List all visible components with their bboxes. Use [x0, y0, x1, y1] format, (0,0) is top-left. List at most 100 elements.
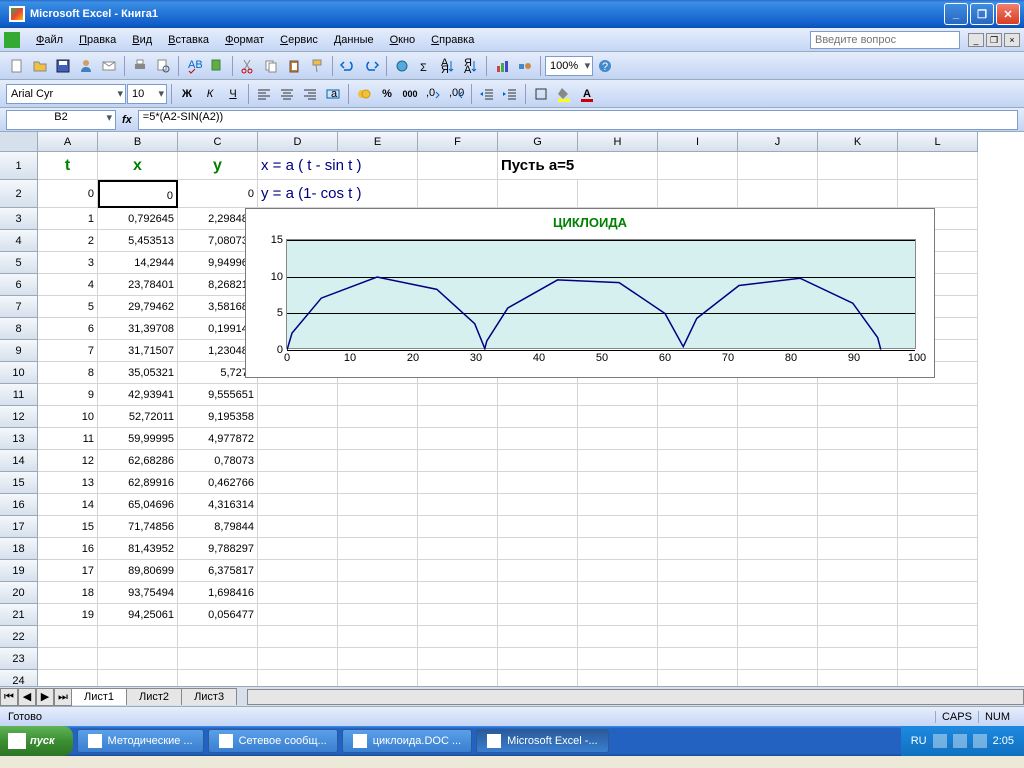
copy-button[interactable]	[260, 55, 282, 77]
cell-C16[interactable]: 4,316314	[178, 494, 258, 516]
cell-L15[interactable]	[898, 472, 978, 494]
cell-K1[interactable]	[818, 152, 898, 180]
cell-D20[interactable]	[258, 582, 338, 604]
cell-K14[interactable]	[818, 450, 898, 472]
row-header-8[interactable]: 8	[0, 318, 38, 340]
sheet-tab-Лист2[interactable]: Лист2	[126, 688, 182, 705]
cell-A5[interactable]: 3	[38, 252, 98, 274]
col-header-E[interactable]: E	[338, 132, 418, 152]
cell-H13[interactable]	[578, 428, 658, 450]
row-header-20[interactable]: 20	[0, 582, 38, 604]
cell-J21[interactable]	[738, 604, 818, 626]
cell-J24[interactable]	[738, 670, 818, 686]
cell-B3[interactable]: 0,792645	[98, 208, 178, 230]
cell-J17[interactable]	[738, 516, 818, 538]
cell-G16[interactable]	[498, 494, 578, 516]
cell-A1[interactable]: t	[38, 152, 98, 180]
cell-L18[interactable]	[898, 538, 978, 560]
hyperlink-button[interactable]	[391, 55, 413, 77]
cell-I16[interactable]	[658, 494, 738, 516]
cell-B11[interactable]: 42,93941	[98, 384, 178, 406]
taskbar-item[interactable]: Методические ...	[77, 729, 204, 753]
col-header-D[interactable]: D	[258, 132, 338, 152]
cell-A22[interactable]	[38, 626, 98, 648]
cell-L13[interactable]	[898, 428, 978, 450]
cell-D11[interactable]	[258, 384, 338, 406]
sheet-tab-Лист1[interactable]: Лист1	[71, 688, 127, 705]
cell-H16[interactable]	[578, 494, 658, 516]
borders-button[interactable]	[530, 83, 552, 105]
cell-I20[interactable]	[658, 582, 738, 604]
cell-G2[interactable]	[498, 180, 578, 208]
cell-K16[interactable]	[818, 494, 898, 516]
cell-F20[interactable]	[418, 582, 498, 604]
cell-K24[interactable]	[818, 670, 898, 686]
menu-Сервис[interactable]: Сервис	[272, 31, 326, 49]
cell-K2[interactable]	[818, 180, 898, 208]
permissions-button[interactable]	[75, 55, 97, 77]
cell-L22[interactable]	[898, 626, 978, 648]
row-header-10[interactable]: 10	[0, 362, 38, 384]
row-header-6[interactable]: 6	[0, 274, 38, 296]
col-header-G[interactable]: G	[498, 132, 578, 152]
cell-G15[interactable]	[498, 472, 578, 494]
decrease-decimal-button[interactable]: ,00	[445, 83, 467, 105]
menu-Файл[interactable]: Файл	[28, 31, 71, 49]
cell-K12[interactable]	[818, 406, 898, 428]
help-search-input[interactable]	[810, 31, 960, 49]
row-header-21[interactable]: 21	[0, 604, 38, 626]
cell-D12[interactable]	[258, 406, 338, 428]
row-header-11[interactable]: 11	[0, 384, 38, 406]
cell-H12[interactable]	[578, 406, 658, 428]
row-header-12[interactable]: 12	[0, 406, 38, 428]
cell-C1[interactable]: y	[178, 152, 258, 180]
cell-C21[interactable]: 0,056477	[178, 604, 258, 626]
cell-H22[interactable]	[578, 626, 658, 648]
cell-K19[interactable]	[818, 560, 898, 582]
row-header-23[interactable]: 23	[0, 648, 38, 670]
cell-J23[interactable]	[738, 648, 818, 670]
cell-F15[interactable]	[418, 472, 498, 494]
cell-B21[interactable]: 94,25061	[98, 604, 178, 626]
cell-B2[interactable]: 0	[98, 180, 178, 208]
col-header-I[interactable]: I	[658, 132, 738, 152]
cell-H21[interactable]	[578, 604, 658, 626]
research-button[interactable]	[206, 55, 228, 77]
clock[interactable]: 2:05	[993, 735, 1014, 747]
sheet-tab-Лист3[interactable]: Лист3	[181, 688, 237, 705]
undo-button[interactable]	[337, 55, 359, 77]
cell-G24[interactable]	[498, 670, 578, 686]
tab-nav-prev[interactable]: ◀	[18, 688, 36, 706]
cell-A4[interactable]: 2	[38, 230, 98, 252]
merge-center-button[interactable]: a	[322, 83, 344, 105]
cell-L2[interactable]	[898, 180, 978, 208]
cell-G13[interactable]	[498, 428, 578, 450]
cell-B5[interactable]: 14,2944	[98, 252, 178, 274]
cell-K22[interactable]	[818, 626, 898, 648]
cell-L12[interactable]	[898, 406, 978, 428]
cell-C19[interactable]: 6,375817	[178, 560, 258, 582]
horizontal-scrollbar[interactable]	[247, 689, 1024, 705]
drawing-button[interactable]	[514, 55, 536, 77]
language-indicator[interactable]: RU	[911, 735, 927, 747]
mdi-restore-button[interactable]: ❐	[986, 33, 1002, 47]
cell-I14[interactable]	[658, 450, 738, 472]
row-header-15[interactable]: 15	[0, 472, 38, 494]
cell-J15[interactable]	[738, 472, 818, 494]
cell-G11[interactable]	[498, 384, 578, 406]
cell-K13[interactable]	[818, 428, 898, 450]
tab-nav-last[interactable]: ⏭	[54, 688, 72, 706]
col-header-F[interactable]: F	[418, 132, 498, 152]
col-header-K[interactable]: K	[818, 132, 898, 152]
cell-G18[interactable]	[498, 538, 578, 560]
cell-B18[interactable]: 81,43952	[98, 538, 178, 560]
cell-E24[interactable]	[338, 670, 418, 686]
cell-E12[interactable]	[338, 406, 418, 428]
cell-D14[interactable]	[258, 450, 338, 472]
cell-A11[interactable]: 9	[38, 384, 98, 406]
cell-D1[interactable]: x = a ( t - sin t )	[258, 152, 498, 180]
align-left-button[interactable]	[253, 83, 275, 105]
underline-button[interactable]: Ч	[222, 83, 244, 105]
cell-K20[interactable]	[818, 582, 898, 604]
font-combo[interactable]: Arial Cyr	[6, 84, 126, 104]
